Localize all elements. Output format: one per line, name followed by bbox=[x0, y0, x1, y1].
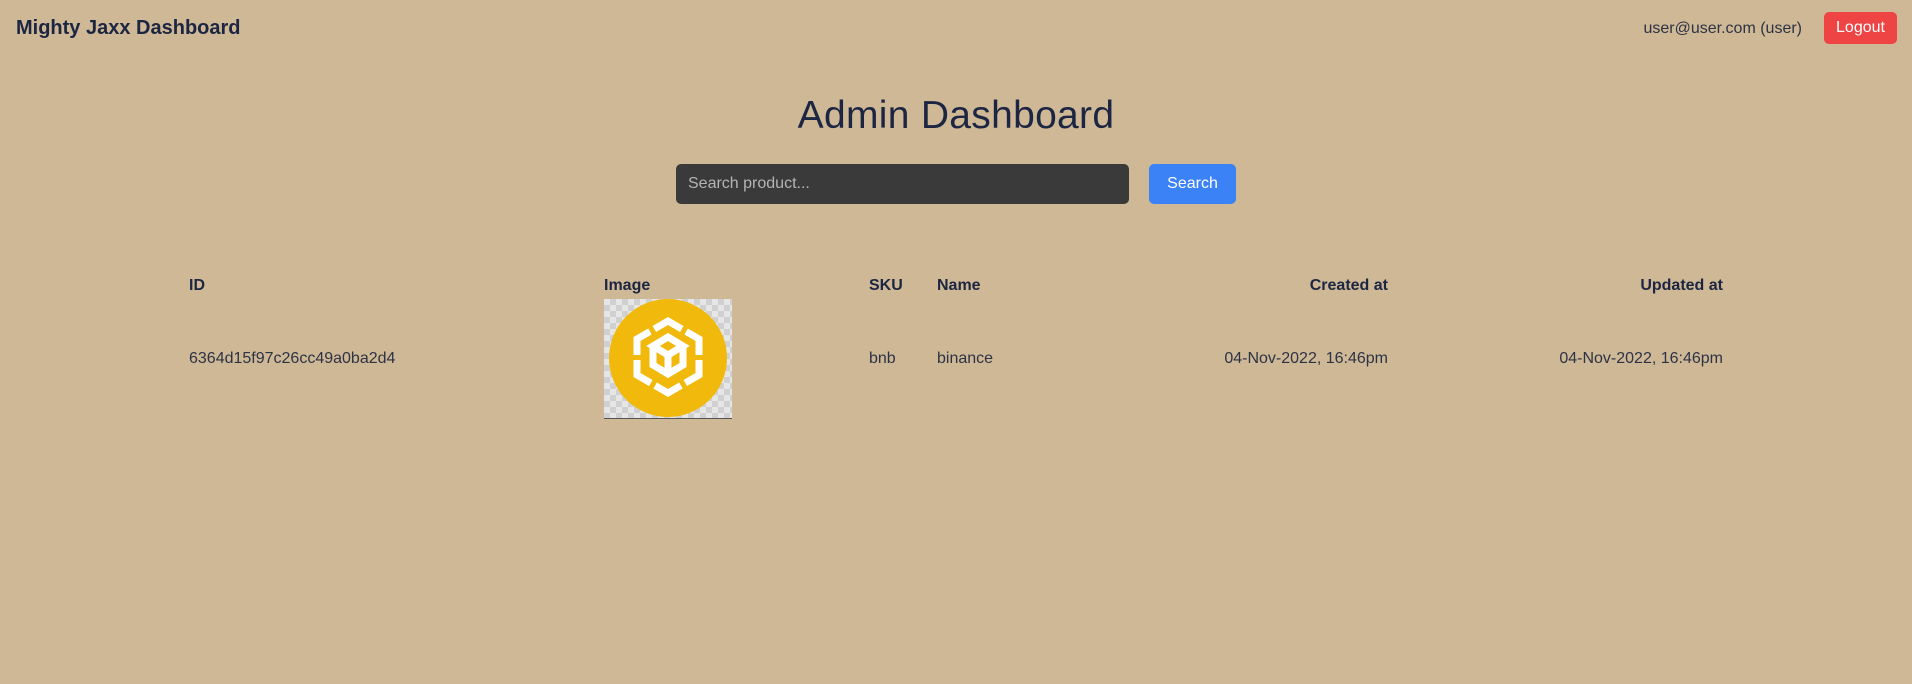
column-header-image: Image bbox=[604, 277, 651, 294]
search-input[interactable] bbox=[676, 164, 1129, 204]
column-header-created-at: Created at bbox=[1309, 277, 1388, 294]
brand-title[interactable]: Mighty Jaxx Dashboard bbox=[16, 17, 241, 40]
logout-button[interactable]: Logout bbox=[1824, 12, 1897, 44]
column-header-id: ID bbox=[189, 277, 205, 294]
cell-id: 6364d15f97c26cc49a0ba2d4 bbox=[189, 350, 396, 367]
column-header-name: Name bbox=[937, 277, 981, 294]
cell-updated-at: 04-Nov-2022, 16:46pm bbox=[1559, 350, 1723, 367]
navbar: Mighty Jaxx Dashboard user@user.com (use… bbox=[0, 0, 1912, 58]
search-button[interactable]: Search bbox=[1149, 164, 1236, 204]
page-title: Admin Dashboard bbox=[797, 94, 1115, 137]
cell-created-at: 04-Nov-2022, 16:46pm bbox=[1224, 350, 1388, 367]
column-header-sku: SKU bbox=[869, 277, 903, 294]
cell-sku: bnb bbox=[869, 350, 896, 367]
binance-logo-icon bbox=[609, 299, 727, 417]
cell-name: binance bbox=[937, 350, 994, 367]
user-email-label: user@user.com (user) bbox=[1643, 20, 1802, 37]
column-header-updated-at: Updated at bbox=[1640, 277, 1723, 294]
product-image bbox=[604, 299, 732, 419]
